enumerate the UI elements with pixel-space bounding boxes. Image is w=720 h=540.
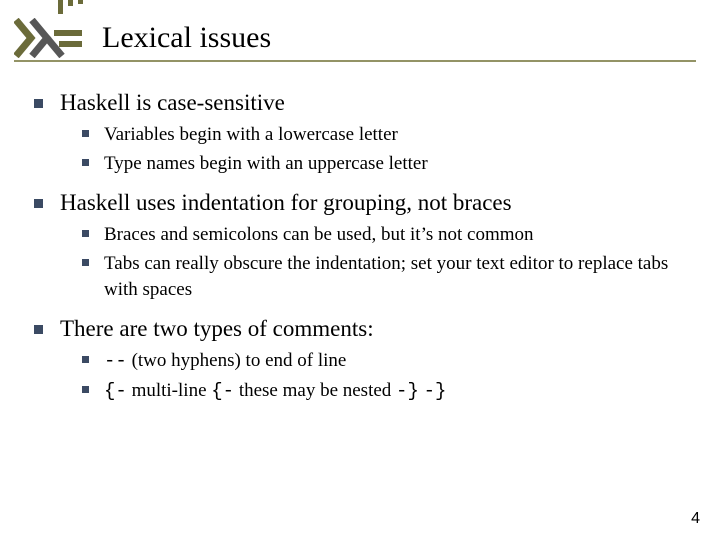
sub-bullet: Type names begin with an uppercase lette… (82, 151, 696, 177)
code-close2: -} (424, 380, 447, 402)
code-open2: {- (211, 380, 234, 402)
bullet-text: There are two types of comments: (60, 316, 374, 341)
sub-bullet: Braces and semicolons can be used, but i… (82, 222, 696, 248)
haskell-logo-icon (14, 18, 84, 58)
title-underline (14, 60, 696, 62)
page-number: 4 (691, 510, 700, 528)
slide-title: Lexical issues (102, 21, 271, 55)
text: these may be nested (234, 380, 396, 401)
bullet-text: Haskell is case-sensitive (60, 90, 285, 115)
text: multi-line (127, 380, 211, 401)
bullet-indentation: Haskell uses indentation for grouping, n… (34, 190, 696, 302)
sub-bullet: Variables begin with a lowercase letter (82, 122, 696, 148)
bullet-comments: There are two types of comments: -- (two… (34, 316, 696, 404)
sub-bullet-block-comment: {- multi-line {- these may be nested -} … (82, 378, 696, 405)
sub-bullet-line-comment: -- (two hyphens) to end of line (82, 348, 696, 375)
slide-content: Haskell is case-sensitive Variables begi… (34, 90, 696, 418)
code-open1: {- (104, 380, 127, 402)
code-close1: -} (396, 380, 419, 402)
code-double-hyphen: -- (104, 350, 127, 372)
sub-bullet: Tabs can really obscure the indentation;… (82, 251, 696, 302)
bullet-text: Haskell uses indentation for grouping, n… (60, 190, 512, 215)
header-row: Lexical issues (14, 18, 700, 58)
bullet-case-sensitive: Haskell is case-sensitive Variables begi… (34, 90, 696, 176)
top-tick-decor (0, 0, 720, 8)
text: (two hyphens) to end of line (127, 350, 347, 371)
